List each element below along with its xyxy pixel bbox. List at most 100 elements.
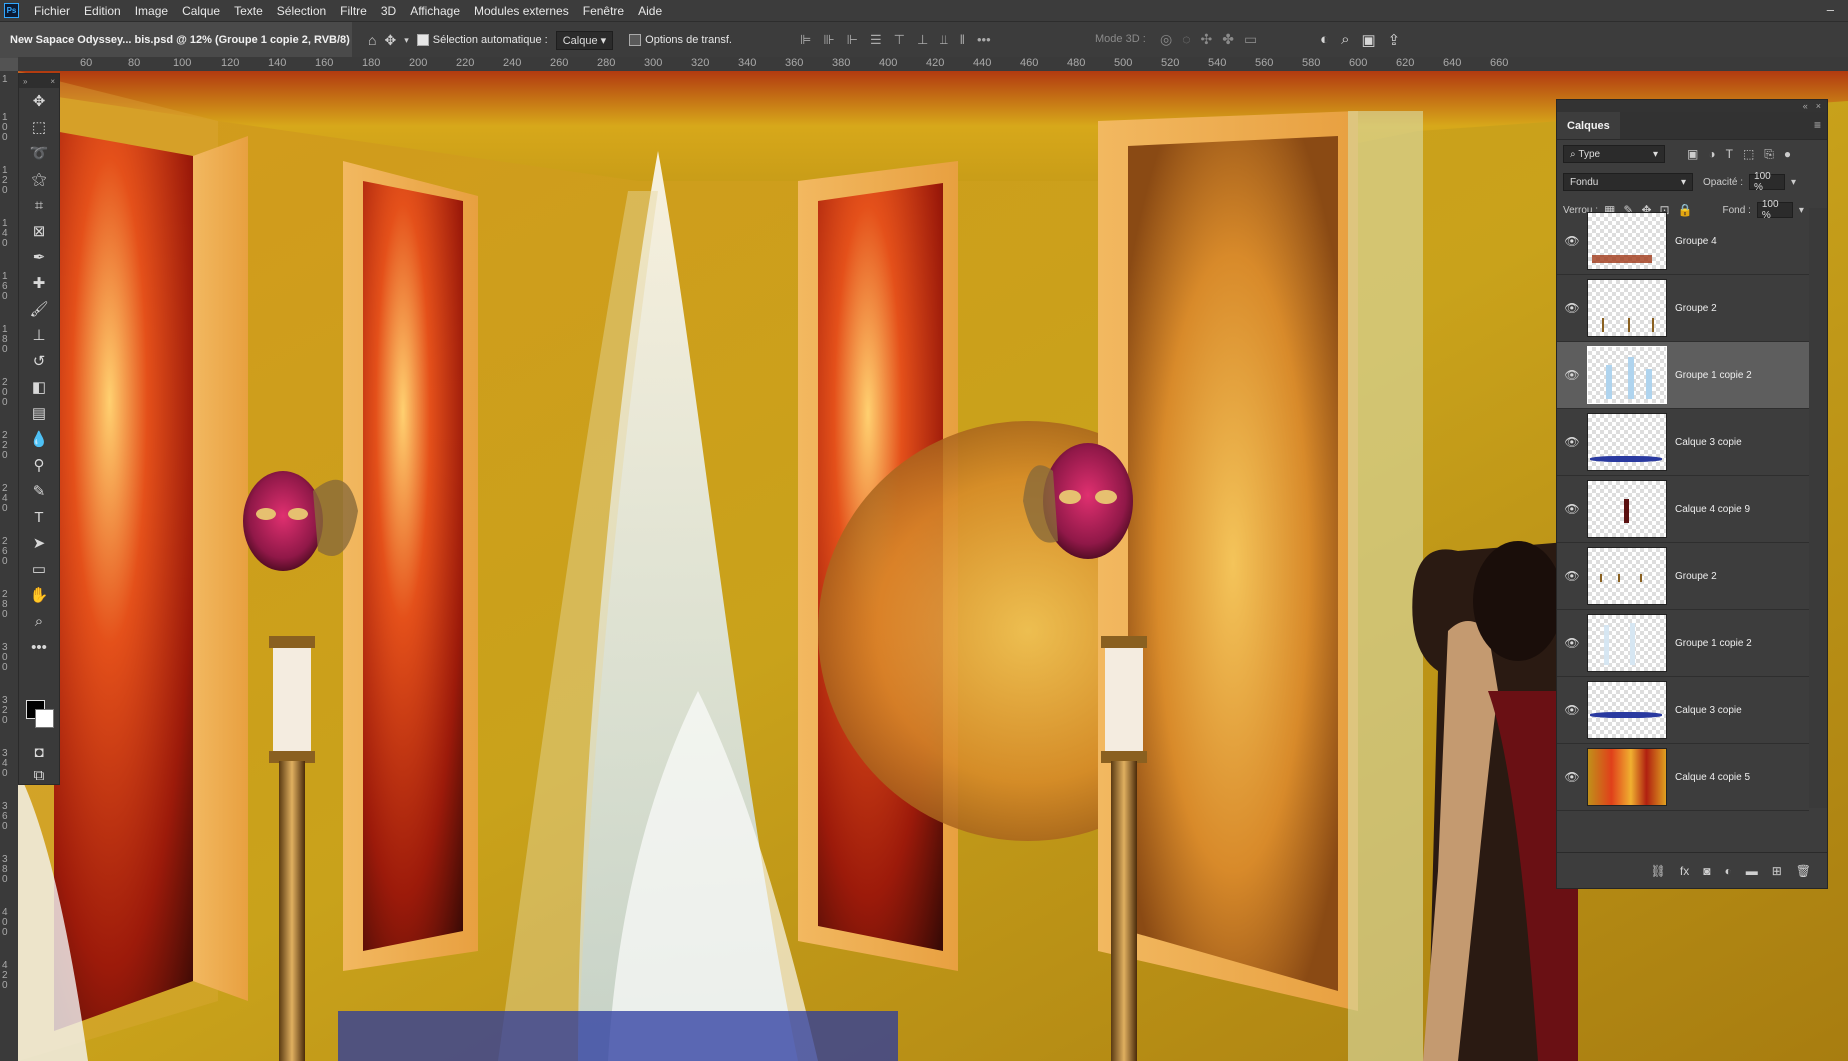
layer-row[interactable]: 👁 Groupe 1 copie 2 [1557,610,1809,677]
dodge-tool[interactable]: ⚲ [19,452,59,478]
blur-tool[interactable]: 💧 [19,426,59,452]
marquee-tool[interactable]: ⬚ [19,114,59,140]
move-tool-icon[interactable]: ✥ [384,32,396,49]
path-select-tool[interactable]: ➤ [19,530,59,556]
adjustment-filter-icon[interactable]: ◑ [1708,147,1715,162]
align-right-icon[interactable]: ⊩ [847,32,858,48]
menu-selection[interactable]: Sélection [270,4,333,18]
menu-filtre[interactable]: Filtre [333,4,374,18]
crop-tool[interactable]: ⌗ [19,192,59,218]
menu-fenetre[interactable]: Fenêtre [576,4,631,18]
smart-object-filter-icon[interactable]: ⎘ [1764,147,1774,162]
menu-calque[interactable]: Calque [175,4,227,18]
share-icon[interactable]: ⇪ [1388,31,1401,49]
slide-3d-icon[interactable]: ✤ [1222,31,1234,48]
layers-scrollbar[interactable] [1809,208,1827,808]
layer-row[interactable]: 👁 Calque 4 copie 9 [1557,476,1809,543]
filter-kind-select[interactable]: ⌕ Type ▾ [1563,145,1665,163]
workspace-icon[interactable]: ▣ [1361,31,1375,49]
new-layer-icon[interactable]: ⊞ [1772,864,1782,878]
zoom-tool[interactable]: ⌕ [19,608,59,634]
type-filter-icon[interactable]: T [1726,147,1733,162]
link-icon[interactable]: ⛓ [1651,864,1666,878]
distribute-icon[interactable]: ☰ [870,32,882,48]
mask-icon[interactable]: ◙ [1703,864,1710,878]
collapse-icon[interactable]: « [1803,101,1808,111]
search-icon[interactable]: ⌕ [1341,31,1349,49]
menu-modules-externes[interactable]: Modules externes [467,4,576,18]
stamp-tool[interactable]: ⊥ [19,322,59,348]
menu-texte[interactable]: Texte [227,4,270,18]
eye-icon[interactable]: 👁 [1557,569,1587,583]
opacity-input[interactable]: 100 % [1749,171,1786,193]
background-color-swatch[interactable] [35,709,54,728]
healing-tool[interactable]: ✚ [19,270,59,296]
filter-toggle-icon[interactable]: ● [1784,147,1791,162]
layer-row[interactable]: 👁 Calque 3 copie [1557,677,1809,744]
layer-row[interactable]: 👁 Calque 4 copie 5 [1557,744,1809,811]
tab-calques[interactable]: Calques [1557,112,1620,139]
menu-affichage[interactable]: Affichage [403,4,467,18]
chevron-down-icon[interactable]: ▾ [404,35,409,46]
align-center-icon[interactable]: ⊪ [823,32,834,48]
align-top-icon[interactable]: ⊤ [894,32,905,48]
close-icon[interactable]: × [1816,101,1821,111]
auto-select-dropdown[interactable]: Calque ▾ [555,30,614,50]
scale-3d-icon[interactable]: ▭ [1244,31,1257,48]
eye-icon[interactable]: 👁 [1557,435,1587,449]
layer-row[interactable]: 👁 Groupe 4 [1557,208,1809,275]
folder-icon[interactable]: ▬ [1746,864,1758,878]
image-filter-icon[interactable]: ▣ [1687,147,1698,162]
eye-icon[interactable]: 👁 [1557,502,1587,516]
menu-edition[interactable]: Edition [77,4,128,18]
pan-3d-icon[interactable]: ✣ [1201,31,1213,48]
trash-icon[interactable]: 🗑 [1796,864,1811,878]
brush-tool[interactable]: 🖌 [19,296,59,322]
distribute-vertical-icon[interactable]: ‖ [960,32,965,48]
minimize-icon[interactable]: – [1827,2,1834,17]
menu-3d[interactable]: 3D [374,4,403,18]
chevron-down-icon[interactable]: ▾ [1791,177,1796,188]
roll-3d-icon[interactable]: ◌ [1182,31,1190,48]
collapse-icon[interactable]: » [23,77,27,86]
move-tool[interactable]: ✥ [19,88,59,114]
eye-icon[interactable]: 👁 [1557,703,1587,717]
layer-row[interactable]: 👁 Calque 3 copie [1557,409,1809,476]
eraser-tool[interactable]: ◧ [19,374,59,400]
screen-mode-button[interactable]: ⧉ [19,762,59,788]
gradient-tool[interactable]: ▤ [19,400,59,426]
history-brush-tool[interactable]: ↺ [19,348,59,374]
type-tool[interactable]: T [19,504,59,530]
select-subject-icon[interactable]: ◐ [1320,31,1329,49]
transform-options-checkbox[interactable]: Options de transf. [629,34,732,46]
layer-row[interactable]: 👁 Groupe 2 [1557,543,1809,610]
home-icon[interactable]: ⌂ [368,32,376,48]
orbit-3d-icon[interactable]: ◎ [1160,31,1172,48]
more-options-icon[interactable]: ••• [977,32,991,48]
shape-filter-icon[interactable]: ⬚ [1743,147,1754,162]
eye-icon[interactable]: 👁 [1557,636,1587,650]
layer-row-selected[interactable]: 👁 Groupe 1 copie 2 [1557,342,1809,409]
hand-tool[interactable]: ✋ [19,582,59,608]
menu-aide[interactable]: Aide [631,4,669,18]
rectangle-tool[interactable]: ▭ [19,556,59,582]
eye-icon[interactable]: 👁 [1557,368,1587,382]
pen-tool[interactable]: ✎ [19,478,59,504]
eye-icon[interactable]: 👁 [1557,234,1587,248]
checkbox-unchecked-icon[interactable] [629,34,642,46]
adjustment-icon[interactable]: ◐ [1724,864,1731,878]
document-tab[interactable]: New Sapace Odyssey... bis.psd @ 12% (Gro… [0,22,352,58]
magic-wand-tool[interactable]: ⚝ [19,166,59,192]
fx-icon[interactable]: fx [1680,864,1689,878]
checkbox-checked-icon[interactable] [416,34,429,46]
align-middle-icon[interactable]: ⊥ [917,32,928,48]
more-tools[interactable]: ••• [19,634,59,660]
eyedropper-tool[interactable]: ✒ [19,244,59,270]
align-left-icon[interactable]: ⊫ [800,32,811,48]
panel-menu-icon[interactable]: ≡ [1814,118,1821,132]
auto-select-checkbox[interactable]: Sélection automatique : [416,34,548,46]
lasso-tool[interactable]: ➰ [19,140,59,166]
eye-icon[interactable]: 👁 [1557,301,1587,315]
menu-image[interactable]: Image [128,4,175,18]
menu-fichier[interactable]: Fichier [27,4,77,18]
